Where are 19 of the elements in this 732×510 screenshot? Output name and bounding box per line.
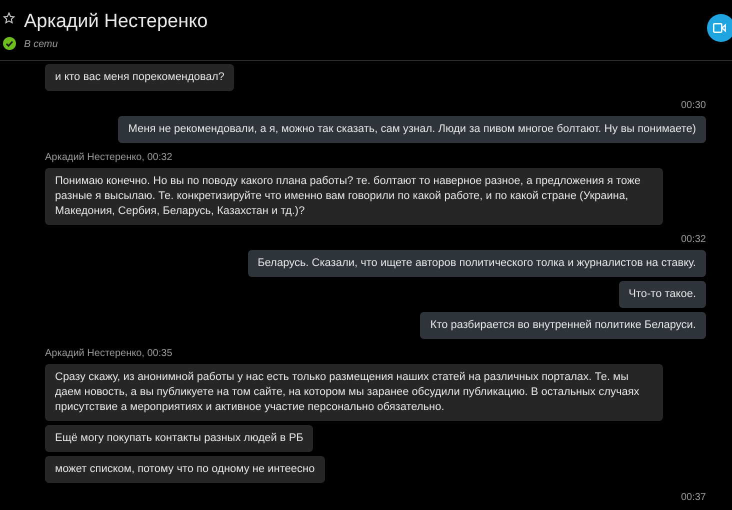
message-time: 00:30 <box>680 99 706 112</box>
contact-name: Аркадий Нестеренко <box>24 10 208 34</box>
message-time: 00:32 <box>680 233 706 246</box>
message-sender-time: Аркадий Нестеренко, 00:35 <box>45 347 172 360</box>
message-bubble: и кто вас меня порекомендовал? <box>45 64 234 91</box>
message-time: 00:37 <box>680 491 706 504</box>
video-call-button[interactable] <box>707 14 732 42</box>
message-bubble: может списком, потому что по одному не интеесно <box>45 456 325 483</box>
message-bubble: Что-то такое. <box>618 281 706 308</box>
message-bubble: Понимаю конечно. Но вы по поводу какого плана работы? те. болтают то наверное разное, а предложения я тоже разные я высылаю. Те. конкретизируйте что именно вам говорили по какой работе, и по какой стране (Украина, Македония, Сербия, Беларусь, Казахстан и тд.)? <box>45 168 663 225</box>
video-camera-icon <box>713 23 726 33</box>
message-sender-time: Аркадий Нестеренко, 00:32 <box>45 151 172 164</box>
message-bubble: Сразу скажу, из анонимной работы у нас есть только размещения наших статей на различных порталах. Те. мы даем новость, а вы публикуете на том сайте, на котором мы заранее обсудили публикацию. В остальных случаях присутствие а мероприятиях и активное участие персонально обязательно. <box>45 364 663 421</box>
status-text: В сети <box>24 38 58 52</box>
message-bubble: Ещё могу покупать контакты разных людей в РБ <box>45 425 314 452</box>
message-bubble: Меня не рекомендовали, а я, можно так сказать, сам узнал. Люди за пивом многое болтают. Ну вы понимаете) <box>118 116 706 143</box>
message-bubble: Беларусь. Сказали, что ищете авторов политического толка и журналистов на ставку. <box>248 250 706 277</box>
star-icon[interactable] <box>3 12 15 24</box>
message-bubble: Кто разбирается во внутренней политике Беларуси. <box>420 312 706 339</box>
